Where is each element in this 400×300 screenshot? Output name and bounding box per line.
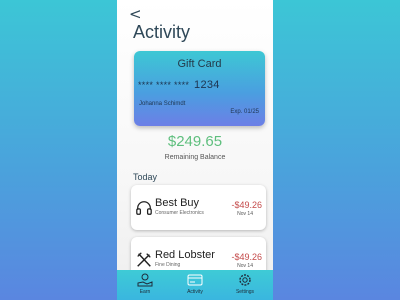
transaction-amount: -$49.26 (231, 252, 262, 262)
gear-icon (239, 274, 251, 286)
section-heading-today: Today (133, 172, 158, 182)
card-holder: Johanna Schimdt (139, 101, 186, 107)
card-expiry: Exp. 01/25 (230, 109, 259, 115)
transaction-date: Nov 14 (237, 211, 253, 217)
card-name: Gift Card (177, 58, 222, 70)
transaction-category: Consumer Electronics (155, 210, 204, 216)
nav-item-activity[interactable]: Activity (175, 272, 215, 299)
transaction-merchant: Red Lobster (155, 249, 215, 261)
bottom-nav: Earn Activity Settings (117, 270, 273, 300)
transaction-row[interactable]: Best Buy Consumer Electronics -$49.26 No… (131, 185, 266, 230)
card-number: **** **** **** 1234 (138, 79, 220, 91)
card-number-last4: 1234 (194, 79, 220, 91)
nav-item-earn[interactable]: Earn (125, 272, 165, 299)
gift-card[interactable]: Gift Card **** **** **** 1234 Johanna Sc… (134, 51, 265, 126)
nav-label: Activity (187, 289, 203, 295)
card-icon (187, 274, 203, 286)
phone-screen: < Activity Gift Card **** **** **** 1234… (117, 0, 273, 300)
headphones-icon (136, 201, 152, 215)
nav-label: Settings (235, 289, 255, 295)
nav-item-settings[interactable]: Settings (225, 272, 265, 299)
transaction-amount: -$49.26 (231, 200, 262, 210)
utensils-icon (137, 252, 151, 267)
back-button[interactable]: < (129, 6, 143, 22)
chevron-left-icon: < (129, 5, 142, 23)
earn-icon (137, 273, 153, 287)
page-title: Activity (133, 22, 191, 42)
transaction-date: Nov 14 (237, 263, 253, 269)
card-number-masked: **** **** **** (138, 80, 190, 90)
transaction-category: Fine Dining (155, 262, 181, 268)
nav-label: Earn (139, 289, 151, 295)
transaction-merchant: Best Buy (155, 197, 200, 209)
balance-label: Remaining Balance (164, 154, 226, 161)
balance-amount: $249.65 (167, 133, 223, 150)
